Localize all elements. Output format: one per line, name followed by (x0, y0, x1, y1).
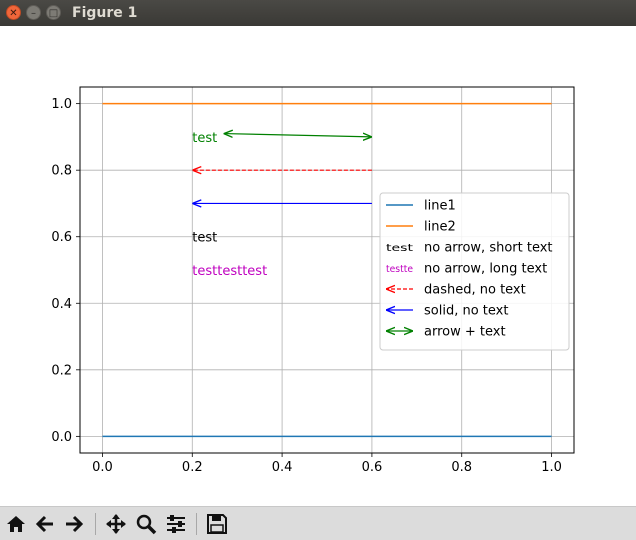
window-title: Figure 1 (72, 5, 138, 21)
x-tick-label: 0.4 (272, 460, 293, 475)
y-tick-label: 0.6 (51, 230, 72, 245)
home-icon (7, 516, 25, 532)
chart: testtesttesttesttest 0.0 0.2 0.4 0.6 0.8 1.00… (51, 86, 575, 475)
arrow-right-icon (66, 515, 84, 533)
legend-label: no arrow, short text (424, 241, 553, 256)
sliders-icon (167, 515, 185, 533)
maximize-icon: □ (48, 8, 59, 19)
configure-button[interactable] (163, 511, 189, 537)
close-window-button[interactable]: ✕ (6, 5, 21, 20)
y-tick-label: 0.8 (51, 164, 72, 179)
x-tick-label: 0.0 (92, 460, 113, 475)
x-tick-label: 0.6 (362, 460, 383, 475)
y-tick-label: 0.0 (51, 430, 72, 445)
annotation-text: testtesttest (192, 264, 267, 279)
maximize-window-button[interactable]: □ (46, 5, 61, 20)
x-tick-label: 0.2 (182, 460, 203, 475)
zoom-button[interactable] (133, 511, 159, 537)
arrow-left-icon (35, 515, 53, 533)
forward-button[interactable] (61, 511, 87, 537)
y-tick-label: 0.2 (51, 363, 72, 378)
toolbar-separator (95, 513, 96, 535)
legend-label: line2 (424, 220, 456, 235)
navigation-toolbar (0, 506, 636, 540)
save-icon (207, 514, 227, 534)
move-icon (106, 514, 126, 534)
annotation-text: test (192, 131, 217, 146)
legend-handle-text: test (386, 243, 413, 254)
home-button[interactable] (3, 511, 29, 537)
minimize-icon: – (31, 8, 36, 19)
figure-canvas[interactable]: test testtesttest test 0.0 0.2 0.4 0.6 0.8 1.0 0… (0, 26, 636, 506)
zoom-icon (136, 514, 157, 535)
legend-label: solid, no text (424, 304, 508, 319)
back-button[interactable] (32, 511, 58, 537)
pan-button[interactable] (103, 511, 129, 537)
save-button[interactable] (204, 511, 230, 537)
toolbar-separator (196, 513, 197, 535)
window-titlebar: ✕ – □ Figure 1 (0, 0, 636, 26)
annotation-text: test (192, 231, 217, 246)
legend-handle-text: testte (386, 264, 413, 275)
x-tick-label: 1.0 (541, 460, 562, 475)
x-tick-label: 0.8 (451, 460, 472, 475)
annotation-arrow (224, 134, 372, 137)
minimize-window-button[interactable]: – (26, 5, 41, 20)
legend: line1 line2 test no arrow, short text testte… (379, 192, 570, 351)
legend-label: arrow + text (424, 325, 506, 340)
y-tick-label: 0.4 (51, 297, 72, 312)
legend-label: no arrow, long text (424, 262, 547, 277)
y-tick-label: 1.0 (51, 97, 72, 112)
close-icon: ✕ (9, 8, 18, 19)
legend-label: dashed, no text (424, 283, 526, 298)
legend-label: line1 (424, 199, 456, 214)
